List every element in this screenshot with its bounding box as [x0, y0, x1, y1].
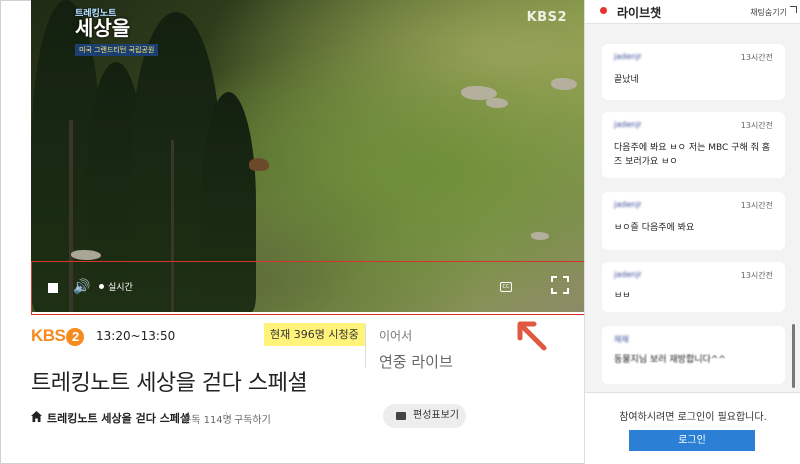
- chat-timestamp: 13시간전: [740, 53, 773, 62]
- chat-message: jadenjr 13시간전 끝났네: [602, 44, 785, 100]
- chat-text: 동물지님 보러 재방합니다^^: [614, 355, 726, 365]
- subtitle-button[interactable]: CC: [500, 282, 512, 292]
- channel-logo-number: 2: [66, 328, 85, 346]
- stop-button[interactable]: [48, 283, 58, 293]
- viewer-count-badge: 현재 396명 시청중: [264, 323, 365, 346]
- program-title: 트레킹노트 세상을 걷다 스페셜: [31, 371, 308, 396]
- chat-title: 라이브챗: [617, 6, 662, 20]
- scenery-rock: [486, 98, 508, 108]
- chat-text: 끝났네: [614, 75, 639, 85]
- divider: [365, 324, 366, 368]
- schedule-button[interactable]: 편성표보기: [383, 404, 466, 428]
- live-label: 실시간: [108, 283, 133, 293]
- chat-header: 라이브챗 채팅숨기기: [585, 0, 800, 24]
- channel-logo-text: KBS: [31, 326, 66, 345]
- show-logo: 트레킹노트 세상을 미국 그랜드티턴 국립공원: [75, 6, 187, 56]
- chat-text: ㅂㅂ: [614, 291, 631, 301]
- kbs-watermark: KBS2: [526, 10, 567, 25]
- home-icon[interactable]: [31, 411, 42, 422]
- chat-text: 다음주에 봐요 ㅂㅇ 저는 MBC 구해 줘 홈즈 보러가요 ㅂㅇ: [614, 143, 771, 167]
- hide-chat-button[interactable]: 채팅숨기기: [750, 7, 787, 18]
- subscribe-button[interactable]: 구독하기: [234, 411, 271, 426]
- live-chat-panel: 라이브챗 채팅숨기기 jadenjr 13시간전 끝났네 jadenjr 13시…: [584, 0, 800, 464]
- scenery-rock: [551, 78, 577, 90]
- fullscreen-icon[interactable]: [551, 276, 569, 294]
- annotation-arrow-icon: [517, 321, 547, 351]
- live-dot-icon: [99, 284, 104, 289]
- login-panel: 참여하시려면 로그인이 필요합니다. 로그인: [585, 392, 800, 464]
- next-program-title[interactable]: 연중 라이브: [379, 351, 453, 372]
- bear: [249, 158, 269, 171]
- login-button[interactable]: 로그인: [629, 430, 755, 451]
- schedule-icon: [396, 412, 406, 420]
- hide-chat-icon[interactable]: [790, 6, 797, 13]
- show-logo-sub: 미국 그랜드티턴 국립공원: [75, 44, 159, 56]
- chat-message: jadenjr 13시간전 다음주에 봐요 ㅂㅇ 저는 MBC 구해 줘 홈즈 …: [602, 112, 785, 178]
- chat-message: jadenjr 13시간전 ㅂㅇ즐 다음주에 봐요: [602, 192, 785, 250]
- divider: [226, 412, 227, 422]
- program-name-link[interactable]: 트레킹노트 세상을 걷다 스페셜: [47, 410, 190, 426]
- show-logo-main: 세상을: [75, 16, 131, 40]
- chat-timestamp: 13시간전: [740, 121, 773, 130]
- channel-logo: KBS 2: [31, 326, 85, 346]
- chat-message: jadenjr 13시간전 ㅂㅂ: [602, 262, 785, 312]
- live-dot-icon: [600, 7, 607, 14]
- chat-timestamp: 13시간전: [740, 201, 773, 210]
- chat-username: 채채: [614, 335, 629, 344]
- scenery-rock: [71, 250, 101, 260]
- login-prompt: 참여하시려면 로그인이 필요합니다.: [619, 412, 767, 423]
- broadcast-time: 13:20~13:50: [96, 329, 176, 343]
- scenery-rock: [531, 232, 549, 240]
- player-controls-bar: 🔊 실시간 CC: [31, 261, 591, 315]
- chat-scrollbar[interactable]: [792, 324, 795, 388]
- subscriber-count: 구독 114명: [182, 415, 232, 426]
- chat-text: ㅂㅇ즐 다음주에 봐요: [614, 223, 695, 233]
- schedule-button-label: 편성표보기: [413, 410, 459, 421]
- chat-message: 채채 동물지님 보러 재방합니다^^: [602, 326, 785, 384]
- volume-icon[interactable]: 🔊: [73, 279, 93, 295]
- next-program-label: 이어서: [379, 329, 413, 343]
- chat-timestamp: 13시간전: [740, 271, 773, 280]
